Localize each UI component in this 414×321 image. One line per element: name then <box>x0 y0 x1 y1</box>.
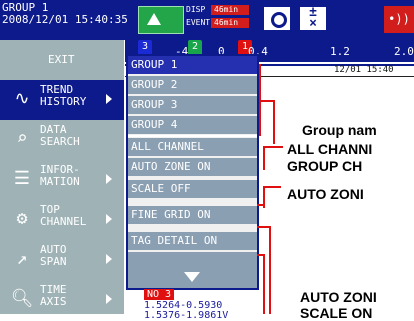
submenu-arrow-icon <box>106 254 112 264</box>
scale-number: 2.0 <box>394 45 414 58</box>
alarm-icon[interactable]: •)) <box>384 6 414 33</box>
submenu-item-group-2[interactable]: GROUP 2 <box>128 76 257 94</box>
disp-time-badge: 46min <box>211 5 249 15</box>
menu-item-label: DATA SEARCH <box>40 123 80 148</box>
callout-auto-zone-2: AUTO ZONI <box>300 289 377 305</box>
menu-item-information[interactable]: ☰ INFOR- MATION <box>0 160 124 200</box>
callout-connector <box>257 226 271 228</box>
menu-item-top-channel[interactable]: ⚙ TOP CHANNEL <box>0 200 124 240</box>
submenu-item-auto-zone[interactable]: AUTO ZONE ON <box>128 158 257 176</box>
datetime-display: 2008/12/01 15:40:35 <box>2 13 128 26</box>
callout-connector <box>263 254 265 314</box>
readout-value-2: 1.5376-1.9861V <box>144 310 229 321</box>
menu-item-data-search[interactable]: ⌕ DATA SEARCH <box>0 120 124 160</box>
auto-span-icon: ↗ <box>16 248 28 269</box>
submenu-divider <box>128 135 257 137</box>
callout-scale-on: SCALE ON <box>300 305 373 321</box>
menu-item-label: AUTO SPAN <box>40 243 67 268</box>
scroll-down-icon[interactable] <box>184 272 200 282</box>
callout-connector <box>257 204 265 206</box>
submenu-scroll-area[interactable] <box>128 252 257 288</box>
time-axis-icon: 🔍︎ <box>10 288 34 309</box>
callout-connector <box>263 186 281 188</box>
event-label: EVENT <box>186 18 211 27</box>
menu-item-label: TREND HISTORY <box>40 83 87 108</box>
menu-item-exit[interactable]: EXIT <box>0 40 124 80</box>
submenu-item-tag-detail[interactable]: TAG DETAIL ON <box>128 232 257 250</box>
submenu-arrow-icon <box>106 214 112 224</box>
callout-all-channel-1: ALL CHANNI <box>287 141 373 157</box>
menu-item-trend-history[interactable]: ∿ TREND HISTORY <box>0 80 124 120</box>
submenu-arrow-icon <box>106 294 112 304</box>
readout-channel-no: NO 3 <box>144 289 175 300</box>
callout-connector <box>263 146 265 170</box>
callout-auto-zone: AUTO ZONI <box>287 186 364 202</box>
scale-number: 1.2 <box>330 45 350 58</box>
submenu-item-group-4[interactable]: GROUP 4 <box>128 116 257 134</box>
submenu-item-group-3[interactable]: GROUP 3 <box>128 96 257 114</box>
menu-item-label: TOP CHANNEL <box>40 203 87 228</box>
menu-item-auto-span[interactable]: ↗ AUTO SPAN <box>0 240 124 280</box>
submenu-arrow-icon <box>106 94 112 104</box>
callout-group-name: Group nam <box>302 122 377 138</box>
callout-all-channel-2: GROUP CH <box>287 158 363 174</box>
data-search-icon: ⌕ <box>16 128 28 149</box>
menu-item-label: EXIT <box>48 53 75 66</box>
submenu-item-scale[interactable]: SCALE OFF <box>128 180 257 198</box>
trend-date-label: 12/01 15:40 <box>334 65 394 75</box>
callout-connector <box>269 226 271 314</box>
submenu-arrow-icon <box>106 174 112 184</box>
event-time-badge: 46min <box>211 18 249 28</box>
callout-connector <box>273 100 275 144</box>
information-icon: ☰ <box>13 168 31 189</box>
callout-connector <box>263 146 283 148</box>
disp-label: DISP <box>186 5 206 14</box>
submenu-item-fine-grid[interactable]: FINE GRID ON <box>128 206 257 224</box>
submenu-item-group-1[interactable]: GROUP 1 <box>128 56 257 74</box>
callout-connector <box>257 254 265 256</box>
menu-item-time-axis[interactable]: 🔍︎ TIME AXIS <box>0 280 124 320</box>
callout-connector <box>259 100 273 102</box>
trend-history-icon: ∿ <box>14 88 30 109</box>
display-mode-icon[interactable] <box>138 6 184 34</box>
menu-item-label: INFOR- MATION <box>40 163 80 188</box>
top-channel-icon: ⚙ <box>16 208 28 229</box>
record-status-icon[interactable] <box>262 5 292 32</box>
submenu-item-all-channel[interactable]: ALL CHANNEL <box>128 138 257 156</box>
math-status-icon[interactable]: ± × <box>298 5 328 32</box>
menu-item-label: TIME AXIS <box>40 283 67 308</box>
